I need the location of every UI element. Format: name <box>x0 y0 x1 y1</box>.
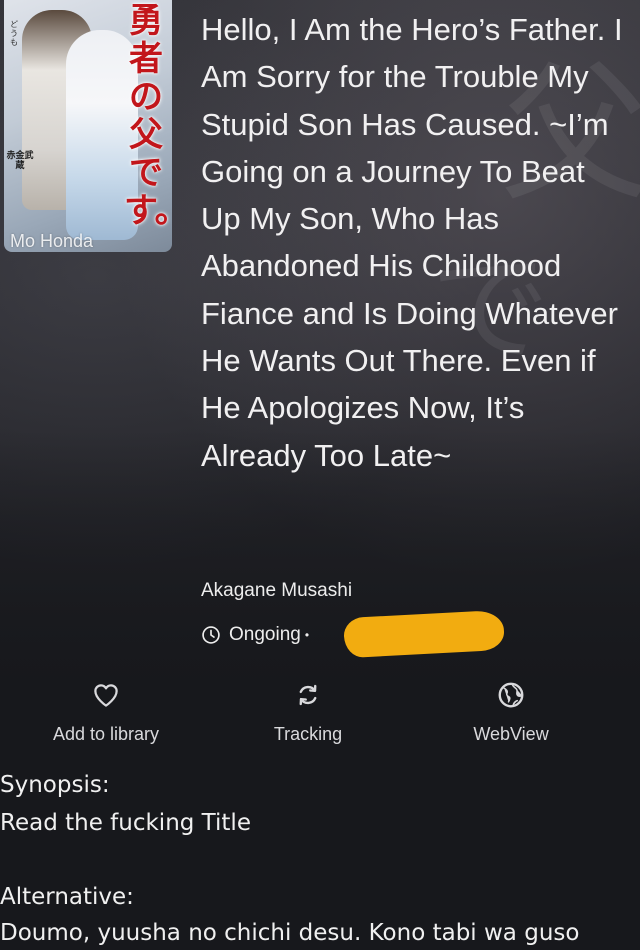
globe-icon <box>498 682 524 708</box>
cover-author-jp: 赤金武蔵 <box>6 150 34 170</box>
status-text: Ongoing <box>229 624 301 645</box>
cover-hiragana: どうも <box>10 20 18 47</box>
status-separator: • <box>304 628 310 642</box>
webview-button[interactable]: WebView <box>411 672 611 745</box>
cover-illustrator: Mo Honda <box>10 231 94 251</box>
manga-title: Hello, I Am the Hero’s Father. I Am Sorr… <box>201 12 623 473</box>
heart-icon <box>94 684 118 707</box>
sync-icon <box>299 684 317 706</box>
tracking-label: Tracking <box>273 724 343 744</box>
clock-icon <box>202 626 220 644</box>
synopsis-text: Read the fucking Title <box>0 810 251 836</box>
alternative-heading: Alternative: <box>0 884 134 910</box>
add-to-library-button[interactable]: Add to library <box>6 672 206 745</box>
alternative-text: Doumo, yuusha no chichi desu. Kono tabi … <box>0 920 580 946</box>
author-name[interactable]: Akagane Musashi <box>201 580 352 602</box>
cover-title-jp: 勇者の父です。 <box>124 1 172 231</box>
status-row: Ongoing • <box>201 620 309 650</box>
cover-image[interactable]: どうも 勇者の父です。 赤金武蔵 Mo Honda <box>4 0 172 252</box>
webview-label: WebView <box>473 724 549 744</box>
redaction-mark <box>343 609 505 659</box>
add-to-library-label: Add to library <box>52 724 160 744</box>
tracking-button[interactable]: Tracking <box>208 672 408 745</box>
action-bar: Add to library Tracking WebView <box>0 672 640 752</box>
synopsis-heading: Synopsis: <box>0 772 110 798</box>
